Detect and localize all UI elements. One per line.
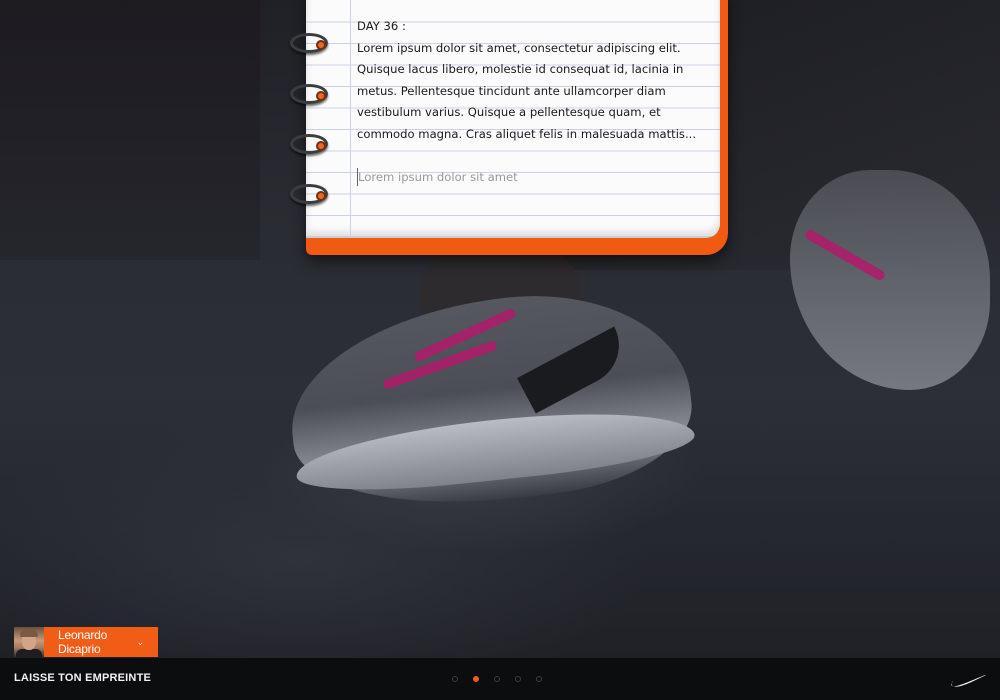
binder-ring-icon <box>290 134 334 156</box>
user-menu[interactable]: Leonardo Dicaprio ⌄ <box>14 627 158 657</box>
pagination-dot[interactable] <box>536 676 542 682</box>
entry-day-title: DAY 36 : <box>357 19 406 33</box>
entry-text: Lorem ipsum dolor sit amet, consectetur … <box>357 40 697 141</box>
nike-swoosh-icon[interactable] <box>950 672 986 688</box>
pagination-dot[interactable] <box>494 676 500 682</box>
user-name: Leonardo Dicaprio <box>58 628 108 656</box>
pagination-dots <box>452 676 542 682</box>
avatar <box>14 627 44 657</box>
binder-ring-icon <box>290 84 334 106</box>
brand-tagline: LAISSE TON EMPREINTE <box>14 672 152 684</box>
new-entry-input[interactable] <box>357 168 698 186</box>
pagination-dot[interactable] <box>473 676 479 682</box>
pagination-dot[interactable] <box>452 676 458 682</box>
notebook: DAY 36 : Lorem ipsum dolor sit amet, con… <box>306 0 728 255</box>
binder-ring-icon <box>290 33 334 55</box>
chevron-down-icon: ⌄ <box>136 636 145 647</box>
background-shoe <box>790 170 990 390</box>
journal-entry: DAY 36 : Lorem ipsum dolor sit amet, con… <box>357 16 713 145</box>
notebook-margin-line <box>350 0 351 238</box>
user-menu-button[interactable]: Leonardo Dicaprio ⌄ <box>44 627 158 657</box>
binder-ring-icon <box>290 184 334 206</box>
pagination-dot[interactable] <box>515 676 521 682</box>
footer-bar: LAISSE TON EMPREINTE <box>0 658 1000 700</box>
